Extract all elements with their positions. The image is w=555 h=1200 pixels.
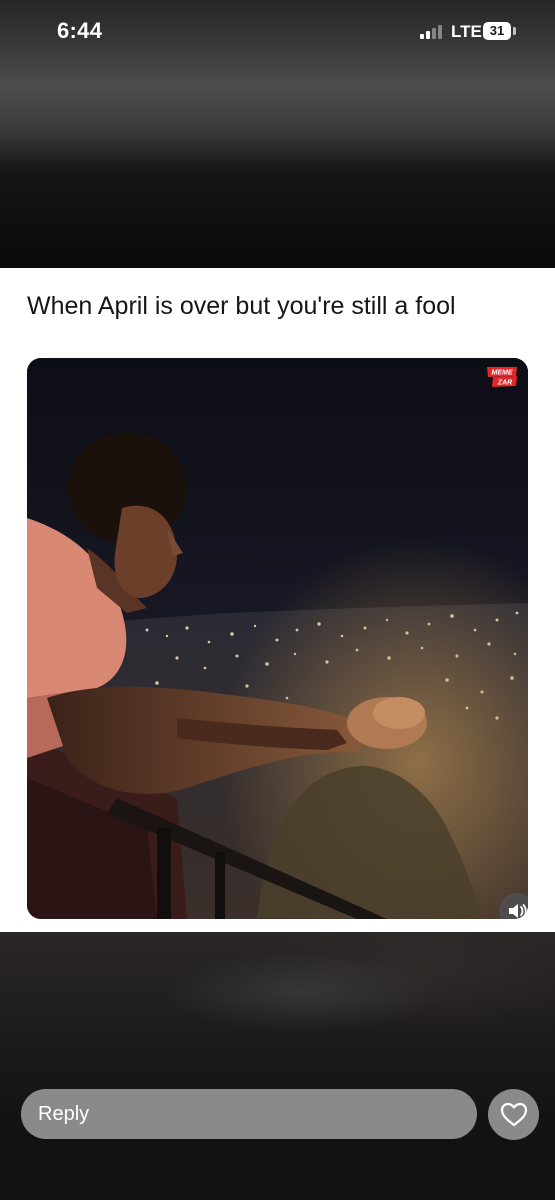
svg-text:MEME: MEME [492, 370, 513, 377]
heart-icon [500, 1102, 527, 1127]
status-time: 6:44 [57, 18, 103, 43]
post-media[interactable]: MEME ZAR [27, 358, 528, 919]
battery-icon: 31 [483, 22, 511, 40]
reply-input[interactable]: Reply [21, 1089, 477, 1139]
post-caption: When April is over but you're still a fo… [27, 292, 456, 320]
svg-text:ZAR: ZAR [497, 380, 512, 387]
battery-cap [513, 27, 516, 35]
post-card: When April is over but you're still a fo… [0, 268, 555, 932]
speaker-icon [509, 904, 527, 918]
status-bar: 6:44 LTE 31 [0, 0, 555, 64]
meme-photo [27, 358, 528, 919]
reply-placeholder: Reply [38, 1103, 90, 1125]
memezar-logo: MEME ZAR [487, 367, 517, 387]
background-bottom [0, 932, 555, 1200]
like-button[interactable] [488, 1089, 539, 1140]
battery-level: 31 [489, 23, 505, 38]
cell-signal-icon [420, 23, 444, 39]
network-type: LTE [451, 22, 482, 41]
